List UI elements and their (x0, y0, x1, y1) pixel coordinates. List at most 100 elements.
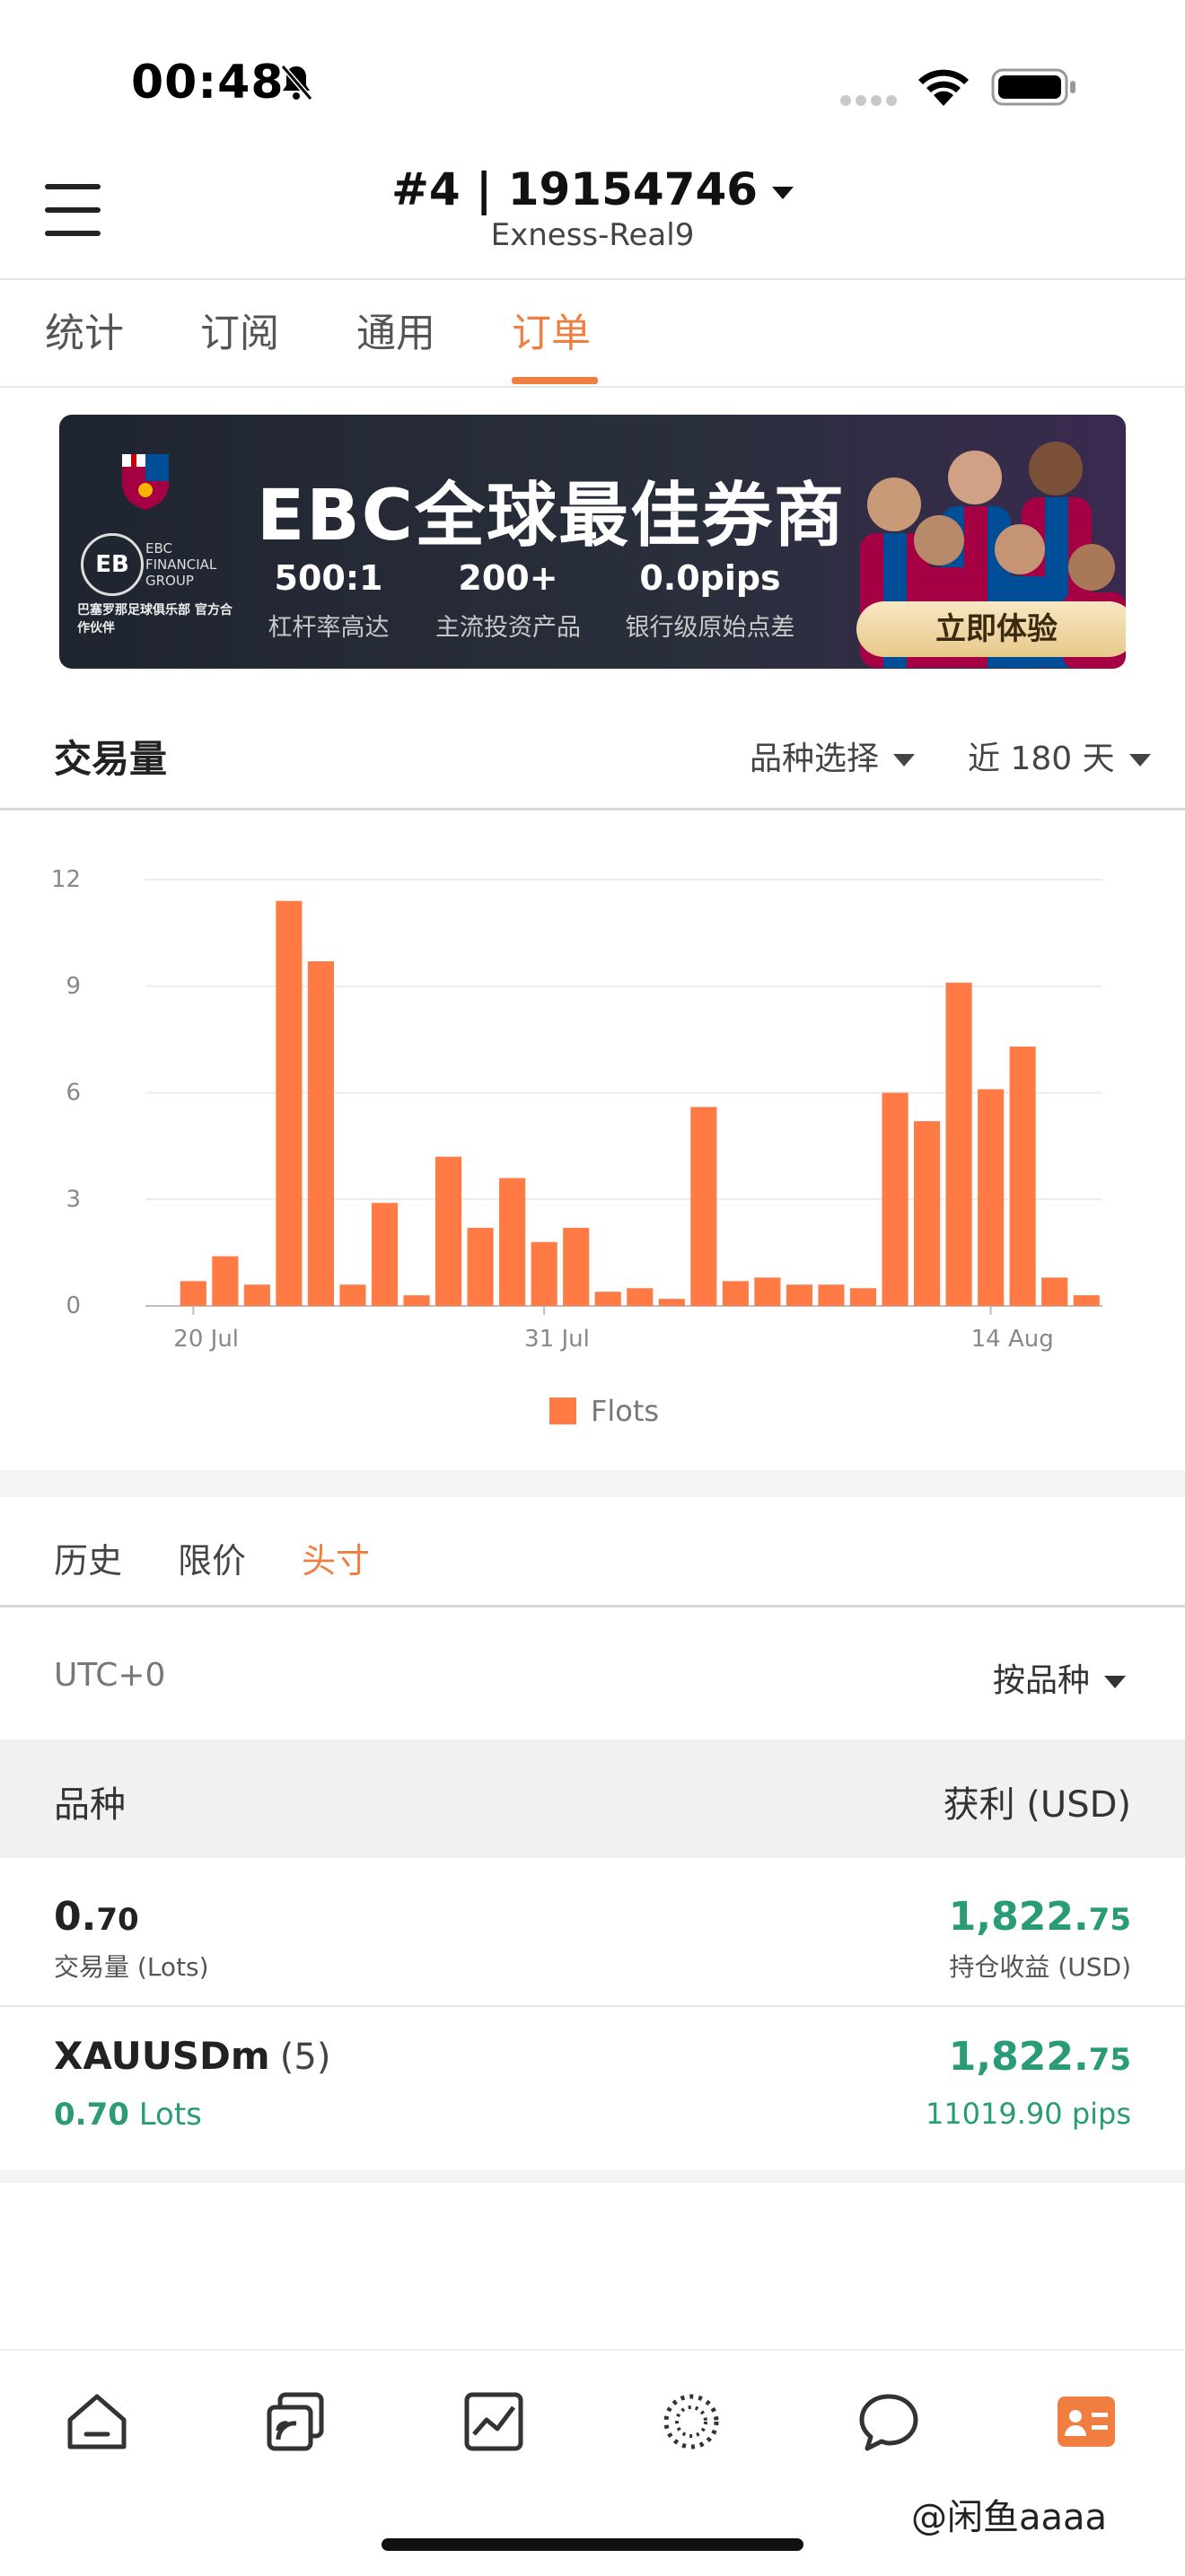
bar (722, 1281, 749, 1306)
column-symbol: 品种 (54, 1784, 126, 1826)
home-indicator (382, 2538, 803, 2551)
total-volume-decimals: 70 (96, 1902, 139, 1938)
tab-orders[interactable]: 订单 (512, 301, 591, 358)
lots-value: 0.70 (54, 2097, 129, 2133)
divider (0, 278, 1185, 280)
ebc-logo-icon: EB (81, 533, 144, 596)
section-separator (0, 1470, 1185, 1497)
try-now-button[interactable]: 立即体验 (856, 601, 1126, 657)
banner-stat-value: 200+ (458, 558, 558, 598)
divider (0, 808, 1185, 810)
bar (978, 1089, 1005, 1306)
club-crest-icon (118, 451, 172, 512)
x-tick-label: 20 Jul (173, 1326, 239, 1353)
banner-stat-label: 主流投资产品 (435, 614, 581, 642)
subtab-history[interactable]: 历史 (54, 1533, 122, 1582)
bar (403, 1295, 430, 1306)
banner-stat-value: 500:1 (274, 558, 383, 598)
position-symbol: XAUUSDm (5) (54, 2034, 330, 2078)
tab-subscriptions[interactable]: 订阅 (200, 301, 279, 358)
mute-bell-icon (278, 63, 314, 102)
bar (882, 1092, 908, 1306)
position-profit: 1,822.75 (949, 2034, 1131, 2080)
bar (754, 1277, 781, 1306)
total-profit-label: 持仓收益 (USD) (949, 1952, 1131, 1982)
battery-icon (991, 68, 1077, 106)
subtab-positions[interactable]: 头寸 (302, 1533, 370, 1582)
symbol-select-label: 品种选择 (750, 740, 880, 777)
bar (690, 1107, 717, 1306)
banner-title: EBC全球最佳券商 (257, 476, 846, 556)
y-tick-label: 3 (66, 1186, 81, 1213)
bar (658, 1299, 685, 1306)
summary-row: 0.70 交易量 (Lots) 1,822.75 持仓收益 (USD) (0, 1858, 1185, 2005)
bar (627, 1288, 654, 1306)
total-volume: 0.70 (54, 1894, 139, 1940)
bar (818, 1284, 845, 1306)
chevron-down-icon (1104, 1676, 1127, 1688)
position-row[interactable]: XAUUSDm (5) 0.70 Lots 1,822.75 11019.90 … (0, 2007, 1185, 2170)
club-partner-text: 巴塞罗那足球俱乐部 官方合作伙伴 (77, 603, 233, 635)
bar (1041, 1277, 1068, 1306)
bar (945, 982, 972, 1306)
active-tab-indicator (512, 377, 598, 384)
banner-stat-label: 银行级原始点差 (625, 614, 795, 642)
bar (594, 1292, 621, 1306)
bar (499, 1178, 526, 1306)
chevron-down-icon (893, 754, 916, 767)
signal-dots-icon (839, 93, 899, 106)
sort-label: 按品种 (993, 1662, 1091, 1699)
bar (276, 900, 303, 1306)
volume-chart: 0 3 6 9 12 20 Jul 31 Jul 14 Aug Flots (51, 866, 1102, 1428)
tab-statistics[interactable]: 统计 (45, 301, 124, 358)
account-selector[interactable]: #4 | 19154746 (0, 163, 1185, 215)
promo-banner[interactable]: EB EBC FINANCIAL GROUP 巴塞罗那足球俱乐部 官方合作伙伴 … (59, 415, 1126, 669)
bar (849, 1288, 877, 1306)
position-count: (5) (279, 2037, 331, 2078)
bar (1073, 1295, 1100, 1306)
column-profit: 获利 (USD) (943, 1784, 1131, 1826)
bar (1009, 1047, 1036, 1306)
chat-icon[interactable] (855, 2388, 923, 2456)
legend-label: Flots (591, 1394, 659, 1428)
position-pips: 11019.90 pips (925, 2097, 1131, 2131)
bar (786, 1284, 813, 1306)
bar (371, 1203, 399, 1306)
section-separator (0, 2170, 1185, 2183)
total-profit: 1,822.75 (949, 1894, 1131, 1940)
bar (531, 1241, 557, 1306)
position-profit-decimals: 75 (1088, 2042, 1131, 2078)
sort-by-symbol-dropdown[interactable]: 按品种 (993, 1654, 1127, 1701)
ebc-logo-text: EBC FINANCIAL GROUP (145, 540, 217, 589)
y-tick-label: 9 (66, 973, 81, 1000)
total-volume-main: 0. (54, 1894, 97, 1940)
profile-card-icon[interactable] (1052, 2388, 1120, 2456)
y-tick-label: 12 (51, 866, 81, 893)
tab-general[interactable]: 通用 (356, 301, 435, 358)
chart-icon[interactable] (460, 2388, 528, 2456)
symbol-name: XAUUSDm (54, 2034, 270, 2078)
position-lots: 0.70 Lots (54, 2097, 202, 2133)
subtab-limit[interactable]: 限价 (178, 1533, 246, 1582)
account-number: #4 | 19154746 (391, 163, 759, 215)
bar (467, 1227, 494, 1306)
bar (212, 1256, 239, 1306)
banner-stat-value: 0.0pips (639, 558, 781, 598)
chevron-down-icon (1128, 754, 1151, 767)
legend-swatch (549, 1398, 576, 1424)
divider (0, 1605, 1185, 1608)
symbol-select-dropdown[interactable]: 品种选择 (750, 732, 916, 779)
y-tick-label: 0 (66, 1292, 81, 1319)
range-select-dropdown[interactable]: 近 180 天 (968, 732, 1151, 779)
x-tick-label: 14 Aug (971, 1326, 1054, 1353)
bar (243, 1284, 270, 1306)
home-icon[interactable] (63, 2388, 131, 2456)
account-server: Exness-Real9 (490, 217, 695, 253)
wifi-icon (916, 65, 971, 108)
bar (339, 1284, 366, 1306)
signals-icon[interactable] (262, 2388, 330, 2456)
range-select-label: 近 180 天 (968, 740, 1115, 777)
total-profit-main: 1,822. (948, 1894, 1089, 1940)
community-icon[interactable] (657, 2388, 725, 2456)
total-volume-label: 交易量 (Lots) (54, 1952, 209, 1982)
